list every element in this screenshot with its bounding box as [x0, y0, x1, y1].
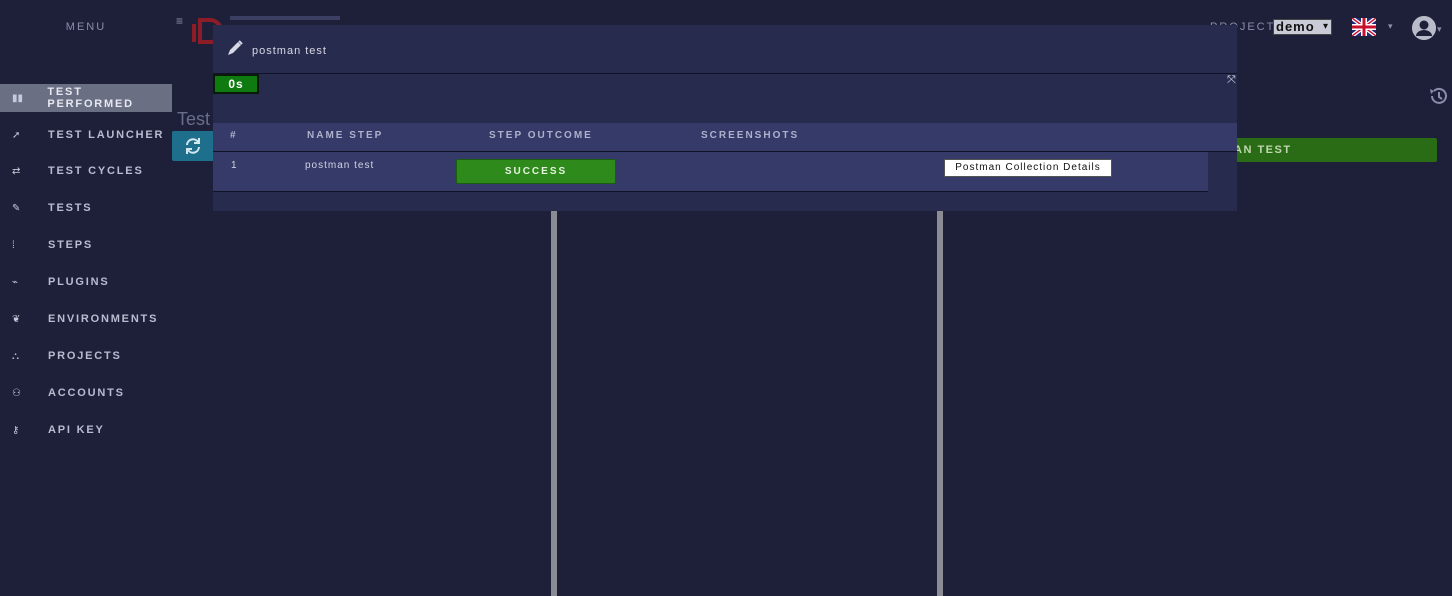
project-select[interactable]: demo ▾ [1273, 19, 1332, 35]
user-caret-icon[interactable]: ▾ [1437, 24, 1442, 35]
steps-table-header: # NAME STEP STEP OUTCOME SCREENSHOTS [213, 123, 1237, 152]
sidebar-item-label: PLUGINS [48, 276, 110, 288]
sidebar-item-label: TESTS [48, 202, 93, 214]
columns-icon: ▮▮ [12, 92, 24, 104]
column-divider [551, 200, 557, 596]
column-header-screenshots: SCREENSHOTS [701, 130, 800, 141]
step-outcome-success-button[interactable]: SUCCESS [456, 159, 616, 184]
user-avatar-icon[interactable] [1412, 16, 1436, 40]
sidebar-item-label: TEST PERFORMED [47, 86, 134, 110]
project-select-value: demo [1276, 19, 1315, 34]
refresh-icon [186, 138, 200, 154]
sidebar-item-accounts[interactable]: ⚇ ACCOUNTS [0, 379, 172, 407]
pencil-icon [226, 39, 244, 57]
run-test-button[interactable]: AN TEST [1212, 138, 1437, 162]
pencil-icon: ✎ [12, 202, 21, 214]
leaf-icon: ❦ [12, 313, 21, 325]
sidebar-item-label: ACCOUNTS [48, 387, 125, 399]
sidebar-item-environments[interactable]: ❦ ENVIRONMENTS [0, 305, 172, 333]
sidebar-item-label: API KEY [48, 424, 105, 436]
table-row: 1 postman test SUCCESS Postman Collectio… [213, 152, 1208, 192]
modal-title: postman test [252, 45, 327, 57]
plug-icon: ⌁ [12, 276, 19, 288]
duration-badge: 0s [213, 74, 259, 94]
page-heading: Test [177, 109, 211, 129]
sidebar-item-label: STEPS [48, 239, 94, 251]
cycle-icon: ⇄ [12, 165, 21, 177]
sidebar-item-label: ENVIRONMENTS [48, 313, 159, 325]
users-icon: ⚇ [12, 387, 21, 399]
sidebar-item-api-key[interactable]: ⚷ API KEY [0, 416, 172, 444]
key-icon: ⚷ [12, 424, 20, 436]
sidebar-item-test-performed[interactable]: ▮▮ TEST PERFORMED [0, 84, 172, 112]
footsteps-icon: ⁞ [12, 239, 15, 251]
sidebar-item-tests[interactable]: ✎ TESTS [0, 194, 172, 222]
sidebar-item-steps[interactable]: ⁞ STEPS [0, 231, 172, 259]
app-root: MENU ▮▮ TEST PERFORMED ➚ TEST LAUNCHER ⇄… [0, 0, 1452, 596]
step-index: 1 [231, 160, 238, 171]
sidebar-item-label: TEST LAUNCHER [48, 129, 165, 141]
sitemap-icon: ⛬ [12, 350, 19, 362]
menu-toggle-icon[interactable]: ≡ [176, 14, 183, 28]
expand-icon[interactable]: ⤧ [1227, 74, 1236, 87]
column-header-name-step: NAME STEP [307, 130, 384, 141]
sidebar-item-projects[interactable]: ⛬ PROJECTS [0, 342, 172, 370]
history-icon[interactable] [1428, 86, 1448, 106]
sidebar-item-label: TEST CYCLES [48, 165, 144, 177]
sidebar: MENU ▮▮ TEST PERFORMED ➚ TEST LAUNCHER ⇄… [0, 0, 172, 596]
column-header-step-outcome: STEP OUTCOME [489, 130, 593, 141]
sidebar-item-label: PROJECTS [48, 350, 122, 362]
menu-title: MENU [65, 21, 107, 33]
step-name: postman test [305, 160, 375, 171]
sidebar-item-test-launcher[interactable]: ➚ TEST LAUNCHER [0, 121, 172, 149]
column-divider [937, 200, 943, 596]
refresh-button[interactable] [172, 131, 214, 161]
language-caret-icon[interactable]: ▾ [1388, 21, 1393, 32]
column-header-index: # [230, 130, 238, 141]
test-detail-modal: postman test 0s ⤧ # NAME STEP STEP OUTCO… [213, 25, 1237, 211]
rocket-icon: ➚ [12, 129, 21, 141]
sidebar-item-plugins[interactable]: ⌁ PLUGINS [0, 268, 172, 296]
postman-collection-details-button[interactable]: Postman Collection Details [944, 159, 1112, 177]
modal-header: postman test [213, 25, 1237, 74]
chevron-down-icon: ▾ [1322, 21, 1329, 32]
uk-flag-icon[interactable] [1352, 18, 1376, 36]
sidebar-item-test-cycles[interactable]: ⇄ TEST CYCLES [0, 157, 172, 185]
